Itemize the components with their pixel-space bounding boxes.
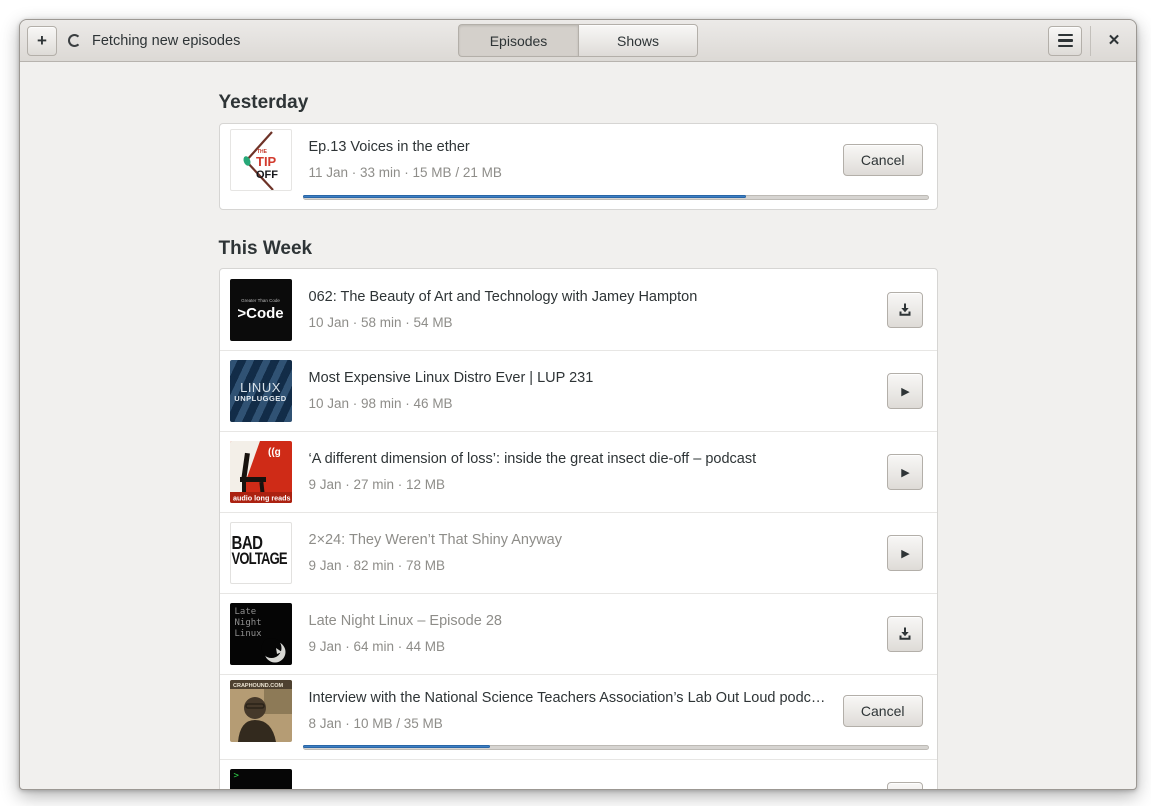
episode-row[interactable]: LINUX UNPLUGGED Most Expensive Linux Dist… [219, 350, 937, 431]
episode-row[interactable]: THE TIP OFF Ep.13 Voices in the ether 11 … [220, 124, 937, 209]
header-status-text: Fetching new episodes [92, 32, 241, 49]
episode-card: THE TIP OFF Ep.13 Voices in the ether 11 … [218, 123, 938, 210]
episode-row[interactable]: > JB! kip Bot or Not [219, 759, 937, 789]
play-button[interactable]: ▶ [886, 454, 923, 490]
episode-meta: 11 Jan · 33 min · 15 MB / 21 MB [308, 165, 502, 180]
episode-sections: Yesterday THE TIP OFF Ep.13 Voices in th… [218, 91, 938, 789]
headerbar-separator [1090, 25, 1091, 56]
tab-episodes[interactable]: Episodes [458, 24, 578, 57]
episode-card: Greater Than Code >Code 062: The Beauty o… [218, 268, 938, 789]
podcast-art-the-tip-off: THE TIP OFF [229, 129, 292, 191]
episode-info: ‘A different dimension of loss’: inside … [309, 449, 887, 495]
cancel-button[interactable]: Cancel [842, 144, 923, 176]
close-icon: ✕ [1107, 32, 1121, 49]
close-button[interactable]: ✕ [1099, 26, 1129, 56]
episode-title: Most Expensive Linux Distro Ever | LUP 2… [308, 370, 594, 386]
episode-info: 062: The Beauty of Art and Technology wi… [309, 287, 887, 333]
plus-icon: + [37, 31, 47, 50]
episode-meta: 8 Jan · 10 MB / 35 MB [308, 715, 443, 731]
view-switcher: Episodes Shows [458, 24, 698, 57]
svg-text:TIP: TIP [256, 154, 277, 169]
episode-title: Interview with the National Science Teac… [308, 689, 826, 706]
download-button[interactable] [886, 291, 923, 328]
episode-title: 2×24: They Weren’t That Shiny Anyway [308, 532, 563, 548]
section-title: This Week [218, 238, 313, 259]
headerbar-right: ✕ [1048, 25, 1129, 56]
episode-title: Late Night Linux – Episode 28 [308, 613, 502, 629]
add-podcast-button[interactable]: + [27, 25, 57, 56]
svg-text:CRAPHOUND.COM: CRAPHOUND.COM [233, 683, 284, 689]
episode-row[interactable]: CRAPHOUND.COM Interview with the Nationa… [219, 674, 937, 759]
bottom-resize-edge [20, 789, 1136, 790]
download-progressbar [302, 745, 929, 750]
play-button[interactable]: ▶ [886, 373, 923, 409]
episodes-view: Yesterday THE TIP OFF Ep.13 Voices in th… [20, 62, 1136, 790]
episode-info: Most Expensive Linux Distro Ever | LUP 2… [309, 368, 887, 414]
podcast-art-greater-than-code: Greater Than Code >Code [229, 278, 292, 341]
episode-row[interactable]: ((g audio long reads ‘A different dimens… [219, 431, 937, 512]
episode-info: Ep.13 Voices in the ether 11 Jan · 33 min… [309, 137, 843, 183]
episode-meta: 9 Jan · 64 min · 44 MB [308, 639, 446, 654]
episode-meta: 9 Jan · 27 min · 12 MB [308, 477, 446, 492]
tab-shows[interactable]: Shows [578, 24, 698, 57]
episode-title: 062: The Beauty of Art and Technology wi… [308, 288, 698, 305]
loading-spinner-icon [68, 34, 81, 47]
podcast-art-late-night-linux: Late Night Linux [229, 603, 292, 665]
download-icon [899, 303, 910, 316]
podcast-art-audio-long-reads: ((g audio long reads [229, 441, 292, 503]
episode-meta: 9 Jan · 82 min · 78 MB [308, 558, 446, 573]
podcast-art-bot-or-not: > JB! kip [229, 769, 292, 789]
episode-meta: 10 Jan · 58 min · 54 MB [308, 314, 453, 330]
podcast-art-linux-unplugged: LINUX UNPLUGGED [229, 360, 292, 422]
episode-meta: 10 Jan · 98 min · 46 MB [308, 396, 453, 411]
headerbar: + Fetching new episodes Episodes Shows ✕ [20, 20, 1136, 62]
episode-row[interactable]: Late Night Linux Late Night Linux – Episod… [219, 593, 937, 674]
episode-info: Late Night Linux – Episode 28 9 Jan · 64 … [309, 611, 887, 657]
episode-title: ‘A different dimension of loss’: inside … [308, 451, 757, 467]
svg-text:((g: ((g [268, 447, 281, 458]
podcast-art-craphound: CRAPHOUND.COM [229, 679, 292, 742]
desktop: + Fetching new episodes Episodes Shows ✕ [0, 0, 1151, 806]
svg-text:OFF: OFF [256, 169, 278, 181]
play-icon: ▶ [901, 466, 910, 479]
episode-row[interactable]: BAD VOLTAGE 2×24: They Weren’t That Shiny… [219, 512, 937, 593]
episode-title: Ep.13 Voices in the ether [308, 139, 470, 155]
podcast-art-bad-voltage: BAD VOLTAGE [229, 522, 292, 584]
play-button[interactable]: ▶ [886, 535, 923, 571]
episode-info: 2×24: They Weren’t That Shiny Anyway 9 Ja… [309, 530, 887, 576]
episode-row[interactable]: Greater Than Code >Code 062: The Beauty o… [220, 269, 937, 350]
play-icon: ▶ [901, 547, 910, 560]
episode-info: Interview with the National Science Teac… [309, 688, 843, 734]
hamburger-icon [1057, 33, 1073, 48]
play-icon: ▶ [901, 385, 910, 398]
download-icon [899, 627, 910, 640]
menu-button[interactable] [1048, 25, 1082, 56]
svg-text:audio long reads: audio long reads [233, 494, 291, 503]
download-button[interactable] [886, 616, 923, 652]
download-progressbar [302, 195, 929, 200]
podcasts-window: + Fetching new episodes Episodes Shows ✕ [19, 19, 1137, 790]
section-title: Yesterday [218, 92, 309, 113]
cancel-button[interactable]: Cancel [842, 694, 923, 727]
